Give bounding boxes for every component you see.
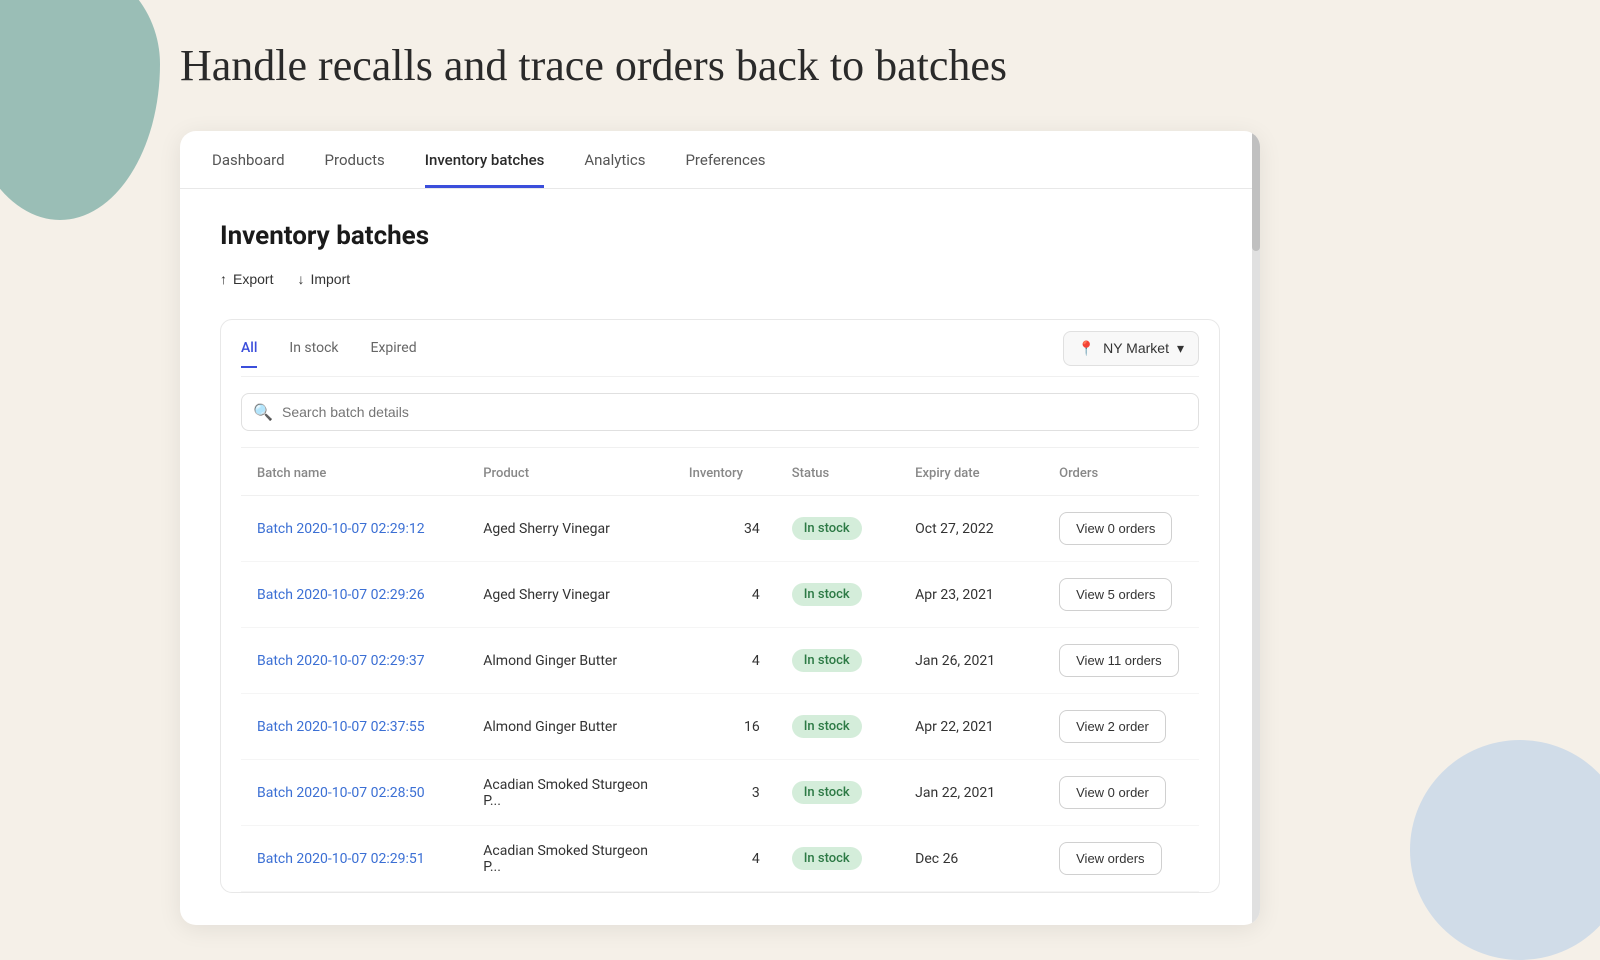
- status-cell-2: In stock: [776, 628, 899, 694]
- expiry-cell-4: Jan 22, 2021: [899, 760, 1043, 826]
- batch-link-4[interactable]: Batch 2020-10-07 02:28:50: [257, 785, 425, 801]
- content-area: Inventory batches ↑ Export ↓ Import All …: [180, 189, 1260, 925]
- batch-link-1[interactable]: Batch 2020-10-07 02:29:26: [257, 587, 425, 603]
- col-header-batch-name: Batch name: [241, 452, 467, 496]
- view-orders-button-3[interactable]: View 2 order: [1059, 710, 1166, 743]
- status-badge-0: In stock: [792, 517, 862, 540]
- location-label: NY Market: [1103, 340, 1169, 356]
- batch-link-2[interactable]: Batch 2020-10-07 02:29:37: [257, 653, 425, 669]
- import-icon: ↓: [297, 271, 304, 287]
- filter-tabs: All In stock Expired: [241, 328, 417, 368]
- page-title: Handle recalls and trace orders back to …: [180, 40, 1600, 91]
- search-input[interactable]: [241, 393, 1199, 431]
- orders-cell-4: View 0 order: [1043, 760, 1199, 826]
- export-button[interactable]: ↑ Export: [220, 267, 273, 291]
- product-cell-1: Aged Sherry Vinegar: [467, 562, 673, 628]
- action-buttons: ↑ Export ↓ Import: [220, 267, 1220, 291]
- batch-link-3[interactable]: Batch 2020-10-07 02:37:55: [257, 719, 425, 735]
- inventory-cell-2: 4: [673, 628, 776, 694]
- product-cell-2: Almond Ginger Butter: [467, 628, 673, 694]
- col-header-expiry-date: Expiry date: [899, 452, 1043, 496]
- section-title: Inventory batches: [220, 221, 1220, 251]
- table-row: Batch 2020-10-07 02:37:55 Almond Ginger …: [241, 694, 1199, 760]
- product-cell-3: Almond Ginger Butter: [467, 694, 673, 760]
- view-orders-button-1[interactable]: View 5 orders: [1059, 578, 1172, 611]
- filter-tab-expired[interactable]: Expired: [371, 328, 417, 368]
- inventory-cell-5: 4: [673, 826, 776, 892]
- nav-tab-dashboard[interactable]: Dashboard: [212, 131, 285, 188]
- expiry-cell-5: Dec 26: [899, 826, 1043, 892]
- filter-section: All In stock Expired 📍 NY Market ▾ 🔍: [220, 319, 1220, 893]
- orders-cell-2: View 11 orders: [1043, 628, 1199, 694]
- view-orders-button-0[interactable]: View 0 orders: [1059, 512, 1172, 545]
- status-cell-3: In stock: [776, 694, 899, 760]
- inventory-cell-0: 34: [673, 496, 776, 562]
- chevron-down-icon: ▾: [1177, 340, 1184, 357]
- orders-cell-5: View orders: [1043, 826, 1199, 892]
- main-card: Dashboard Products Inventory batches Ana…: [180, 131, 1260, 925]
- inventory-cell-4: 3: [673, 760, 776, 826]
- status-cell-0: In stock: [776, 496, 899, 562]
- expiry-cell-3: Apr 22, 2021: [899, 694, 1043, 760]
- import-button[interactable]: ↓ Import: [297, 267, 350, 291]
- table-row: Batch 2020-10-07 02:29:12 Aged Sherry Vi…: [241, 496, 1199, 562]
- orders-cell-0: View 0 orders: [1043, 496, 1199, 562]
- status-badge-3: In stock: [792, 715, 862, 738]
- status-cell-5: In stock: [776, 826, 899, 892]
- orders-cell-3: View 2 order: [1043, 694, 1199, 760]
- table-header-row: Batch name Product Inventory Status Expi…: [241, 452, 1199, 496]
- table-row: Batch 2020-10-07 02:29:37 Almond Ginger …: [241, 628, 1199, 694]
- filter-tab-all[interactable]: All: [241, 328, 257, 368]
- table-row: Batch 2020-10-07 02:29:26 Aged Sherry Vi…: [241, 562, 1199, 628]
- location-icon: 📍: [1078, 340, 1095, 357]
- expiry-cell-0: Oct 27, 2022: [899, 496, 1043, 562]
- batch-link-0[interactable]: Batch 2020-10-07 02:29:12: [257, 521, 425, 537]
- status-cell-4: In stock: [776, 760, 899, 826]
- status-badge-2: In stock: [792, 649, 862, 672]
- inventory-cell-1: 4: [673, 562, 776, 628]
- import-label: Import: [310, 271, 350, 287]
- search-wrapper: 🔍: [241, 377, 1199, 448]
- orders-cell-1: View 5 orders: [1043, 562, 1199, 628]
- scrollbar-thumb[interactable]: [1252, 131, 1260, 251]
- nav-tab-products[interactable]: Products: [325, 131, 385, 188]
- status-badge-5: In stock: [792, 847, 862, 870]
- nav-tab-inventory-batches[interactable]: Inventory batches: [425, 131, 545, 188]
- col-header-status: Status: [776, 452, 899, 496]
- inventory-cell-3: 16: [673, 694, 776, 760]
- status-badge-4: In stock: [792, 781, 862, 804]
- export-label: Export: [233, 271, 273, 287]
- col-header-product: Product: [467, 452, 673, 496]
- nav-tab-preferences[interactable]: Preferences: [685, 131, 765, 188]
- status-cell-1: In stock: [776, 562, 899, 628]
- status-badge-1: In stock: [792, 583, 862, 606]
- nav-tab-analytics[interactable]: Analytics: [584, 131, 645, 188]
- filter-tabs-row: All In stock Expired 📍 NY Market ▾: [241, 320, 1199, 377]
- search-icon: 🔍: [253, 403, 273, 422]
- col-header-inventory: Inventory: [673, 452, 776, 496]
- expiry-cell-1: Apr 23, 2021: [899, 562, 1043, 628]
- table-row: Batch 2020-10-07 02:29:51 Acadian Smoked…: [241, 826, 1199, 892]
- product-cell-0: Aged Sherry Vinegar: [467, 496, 673, 562]
- table-row: Batch 2020-10-07 02:28:50 Acadian Smoked…: [241, 760, 1199, 826]
- export-icon: ↑: [220, 271, 227, 287]
- batch-table: Batch name Product Inventory Status Expi…: [241, 452, 1199, 892]
- nav-tabs: Dashboard Products Inventory batches Ana…: [180, 131, 1260, 189]
- col-header-orders: Orders: [1043, 452, 1199, 496]
- view-orders-button-4[interactable]: View 0 order: [1059, 776, 1166, 809]
- product-cell-4: Acadian Smoked Sturgeon P...: [467, 760, 673, 826]
- product-cell-5: Acadian Smoked Sturgeon P...: [467, 826, 673, 892]
- location-filter-button[interactable]: 📍 NY Market ▾: [1063, 331, 1199, 366]
- view-orders-button-5[interactable]: View orders: [1059, 842, 1161, 875]
- filter-tab-in-stock[interactable]: In stock: [289, 328, 338, 368]
- batch-link-5[interactable]: Batch 2020-10-07 02:29:51: [257, 851, 425, 867]
- expiry-cell-2: Jan 26, 2021: [899, 628, 1043, 694]
- view-orders-button-2[interactable]: View 11 orders: [1059, 644, 1179, 677]
